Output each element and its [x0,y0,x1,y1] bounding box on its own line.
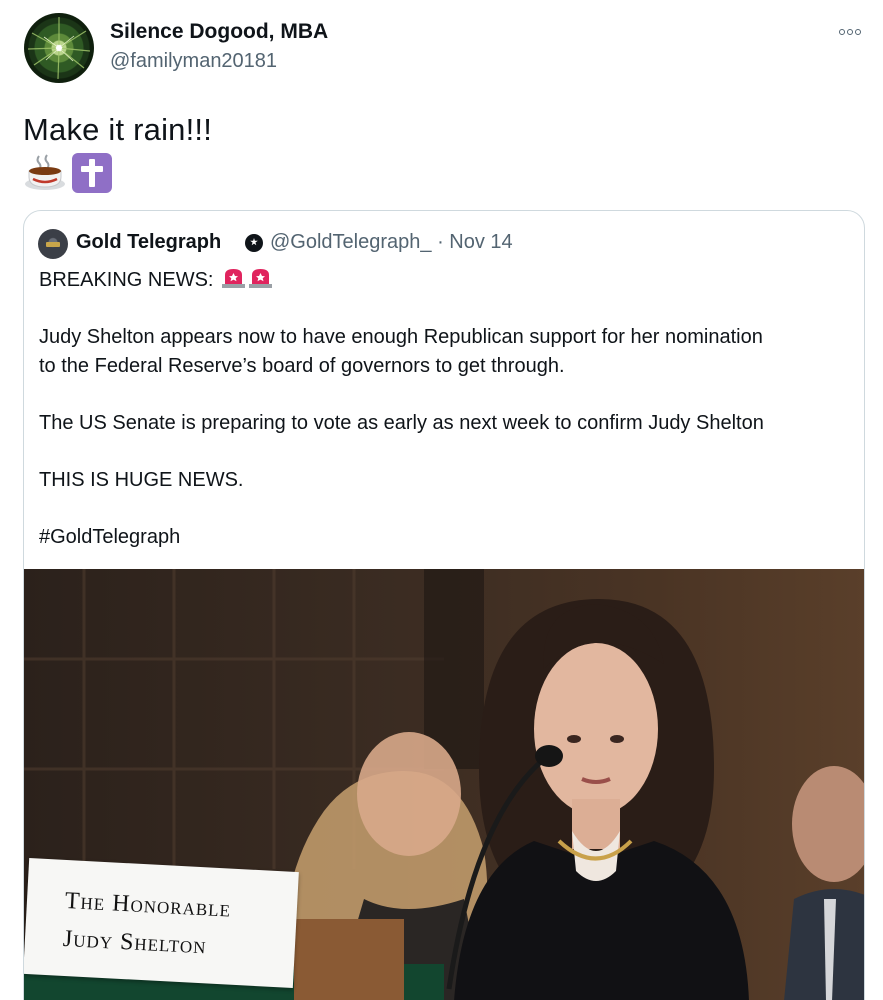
quoted-tweet-card[interactable]: Gold Telegraph @GoldTelegraph_ · Nov 14 … [23,210,865,1000]
quoted-line: THIS IS HUGE NEWS. [39,468,244,491]
author-avatar[interactable] [24,13,94,83]
name-placard: The Honorable Judy Shelton [24,858,299,988]
quoted-tweet-photo[interactable]: The Honorable Judy Shelton [24,569,864,1000]
quoted-author-avatar[interactable] [38,229,68,259]
quoted-line: Judy Shelton appears now to have enough … [39,326,763,348]
author-handle[interactable]: @familyman20181 [110,50,277,73]
tweet: Silence Dogood, MBA @familyman20181 Make… [0,0,883,1000]
tweet-emojis [24,153,112,193]
latin-cross-icon [72,153,112,193]
coffee-icon [24,153,66,191]
more-options-icon[interactable] [836,22,864,42]
quoted-line: The US Senate is preparing to vote as ea… [39,411,764,434]
placard-line-1: The Honorable [64,887,232,923]
tweet-text: Make it rain!!! [23,112,213,147]
placard-line-2: Judy Shelton [62,925,208,960]
plant-icon [27,17,91,80]
hashtag-link[interactable]: #GoldTelegraph [39,523,859,552]
quoted-author-handle-date[interactable]: @GoldTelegraph_ · Nov 14 [270,231,513,254]
quoted-line: to the Federal Reserve’s board of govern… [39,354,565,377]
quoted-tweet-text: BREAKING NEWS: Judy Shelton appears now … [39,266,859,551]
quoted-author-name[interactable]: Gold Telegraph [76,231,221,254]
siren-icon [248,267,273,289]
badge-icon [245,234,263,252]
siren-icon [221,267,246,289]
quoted-line: BREAKING NEWS: [39,266,859,295]
breaking-news-label: BREAKING NEWS: [39,269,214,291]
author-display-name[interactable]: Silence Dogood, MBA [110,20,328,44]
